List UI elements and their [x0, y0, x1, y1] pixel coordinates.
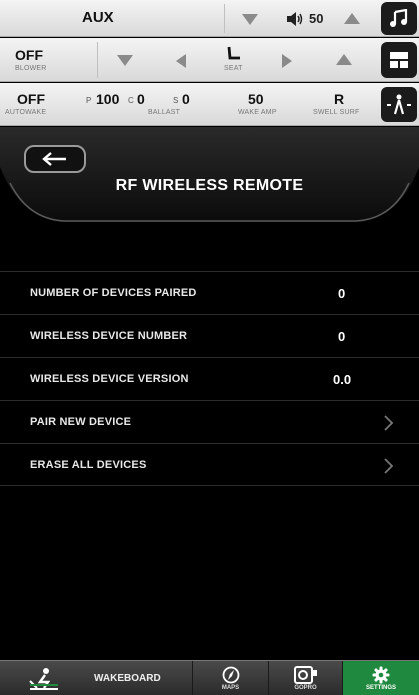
back-button[interactable] [24, 145, 86, 173]
rider-icon [29, 667, 58, 690]
compass-icon [222, 666, 239, 684]
seat-icon [227, 46, 240, 60]
wake-amp-label: WAKE AMP [238, 109, 277, 116]
item-value: 0.0 [333, 371, 352, 387]
volume-display: 50 [287, 11, 323, 26]
audio-bar: AUX 50 [0, 0, 419, 37]
ballast-c-value[interactable]: 0 [137, 91, 145, 107]
blower-down-button[interactable] [117, 55, 133, 66]
item-label: PAIR NEW DEVICE [30, 416, 132, 428]
nav-settings-label: SETTINGS [365, 685, 396, 691]
ballast-c-label: C [128, 96, 134, 105]
blower-label: BLOWER [15, 65, 47, 72]
blower-value[interactable]: OFF [15, 47, 43, 63]
seat-label: SEAT [224, 65, 243, 72]
ballast-s-label: S [173, 96, 179, 105]
blower-up-button[interactable] [336, 54, 352, 65]
item-value: 0 [338, 285, 346, 301]
page-title: RF WIRELESS REMOTE [115, 177, 304, 194]
erase-all-devices-button[interactable]: ERASE ALL DEVICES [0, 443, 419, 486]
speaker-icon [287, 11, 303, 26]
chevron-right-icon [384, 458, 394, 474]
wake-wave-icon [387, 94, 411, 114]
gear-icon [372, 666, 390, 684]
autowake-label: AUTOWAKE [5, 109, 47, 116]
pair-new-device-button[interactable]: PAIR NEW DEVICE [0, 400, 419, 443]
nav-maps-label: MAPS [221, 685, 240, 691]
ballast-p-value[interactable]: 100 [96, 91, 119, 107]
nav-gopro[interactable]: GOPRO [269, 661, 343, 695]
volume-up-button[interactable] [344, 13, 360, 24]
bottom-nav: WAKEBOARD MAPS GOPRO SETTINGS [0, 660, 419, 695]
ballast-s-value[interactable]: 0 [182, 91, 190, 107]
audio-source[interactable]: AUX [82, 9, 114, 26]
wake-button[interactable] [381, 87, 417, 122]
seat-forward-button[interactable] [282, 54, 292, 68]
item-label: WIRELESS DEVICE VERSION [30, 373, 189, 385]
climate-seat-bar: OFF BLOWER SEAT [0, 38, 419, 82]
page-header: RF WIRELESS REMOTE [0, 127, 419, 252]
divider [224, 4, 225, 33]
wake-bar: OFF AUTOWAKE P 100 C 0 S 0 BALLAST 50 WA… [0, 83, 419, 126]
swell-surf-value[interactable]: R [334, 91, 344, 107]
item-label: WIRELESS DEVICE NUMBER [30, 330, 188, 342]
ballast-label: BALLAST [148, 109, 181, 116]
nav-gopro-label: GOPRO [294, 685, 317, 691]
settings-list: NUMBER OF DEVICES PAIRED 0 WIRELESS DEVI… [0, 271, 419, 486]
music-button[interactable] [381, 2, 417, 35]
list-item-device-version: WIRELESS DEVICE VERSION 0.0 [0, 357, 419, 400]
item-value: 0 [338, 328, 346, 344]
item-label: ERASE ALL DEVICES [30, 458, 147, 471]
list-item-device-number: WIRELESS DEVICE NUMBER 0 [0, 314, 419, 357]
nav-settings[interactable]: SETTINGS [343, 661, 419, 695]
back-arrow-icon [42, 152, 66, 166]
ballast-p-label: P [86, 96, 92, 105]
nav-wakeboard[interactable]: WAKEBOARD [0, 661, 193, 695]
nav-wakeboard-label: WAKEBOARD [94, 673, 161, 684]
layout-button[interactable] [381, 42, 417, 78]
autowake-value[interactable]: OFF [17, 91, 45, 107]
layout-icon [390, 52, 408, 68]
swell-surf-label: SWELL SURF [313, 109, 360, 116]
music-note-icon [390, 8, 408, 27]
chevron-right-icon [384, 415, 394, 431]
volume-value: 50 [309, 11, 324, 26]
camera-icon [293, 666, 317, 684]
list-item-devices-paired: NUMBER OF DEVICES PAIRED 0 [0, 271, 419, 314]
volume-down-button[interactable] [242, 14, 258, 25]
divider [97, 42, 98, 78]
wake-amp-value[interactable]: 50 [248, 91, 264, 107]
nav-maps[interactable]: MAPS [193, 661, 269, 695]
seat-back-button[interactable] [176, 54, 186, 68]
item-label: NUMBER OF DEVICES PAIRED [30, 287, 197, 299]
